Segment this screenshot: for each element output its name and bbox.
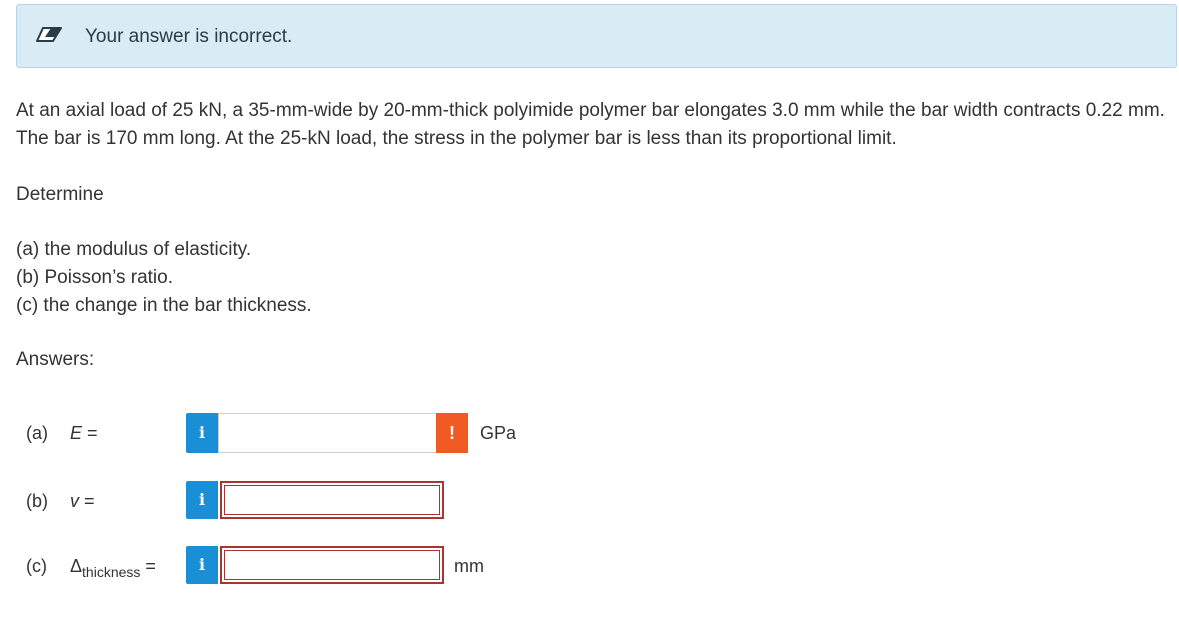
thickness-change-input[interactable] xyxy=(220,546,444,584)
part-c-text: (c) the change in the bar thickness. xyxy=(16,295,312,316)
variable-label: E = xyxy=(70,423,98,444)
variable-symbol: E xyxy=(70,423,83,443)
info-button[interactable]: i xyxy=(186,413,218,453)
answer-row-b: (b) v = i xyxy=(16,481,716,521)
parts-list: (a) the modulus of elasticity. (b) Poiss… xyxy=(16,236,312,320)
equals-sign: = xyxy=(84,491,95,511)
answers-label: Answers: xyxy=(16,349,95,370)
info-button[interactable]: i xyxy=(186,481,218,519)
variable-label: Δthickness = xyxy=(70,556,156,580)
variable-symbol: Δ xyxy=(70,556,83,576)
variable-subscript: thickness xyxy=(82,564,141,580)
part-label: (b) xyxy=(26,491,48,511)
equals-sign: = xyxy=(87,423,98,443)
part-b-text: (b) Poisson’s ratio. xyxy=(16,267,173,288)
determine-label: Determine xyxy=(16,184,104,205)
equals-sign: = xyxy=(145,556,156,576)
variable-symbol: v xyxy=(70,491,79,511)
poisson-ratio-input[interactable] xyxy=(220,481,444,519)
answer-row-c: (c) Δthickness = i mm xyxy=(16,546,716,586)
part-label: (c) xyxy=(26,556,47,576)
feedback-message: Your answer is incorrect. xyxy=(85,26,293,47)
answer-row-a: (a) E = i ! GPa xyxy=(16,413,716,453)
info-button[interactable]: i xyxy=(186,546,218,584)
warning-icon[interactable]: ! xyxy=(436,413,468,453)
part-label: (a) xyxy=(26,423,48,443)
part-a-text: (a) the modulus of elasticity. xyxy=(16,239,252,260)
problem-statement: At an axial load of 25 kN, a 35-mm-wide … xyxy=(16,100,1165,149)
modulus-input[interactable] xyxy=(218,413,440,453)
eraser-icon xyxy=(35,25,67,45)
variable-label: v = xyxy=(70,491,95,512)
unit-label: GPa xyxy=(480,423,517,443)
feedback-banner: Your answer is incorrect. xyxy=(16,4,1177,68)
unit-label: mm xyxy=(454,556,484,576)
